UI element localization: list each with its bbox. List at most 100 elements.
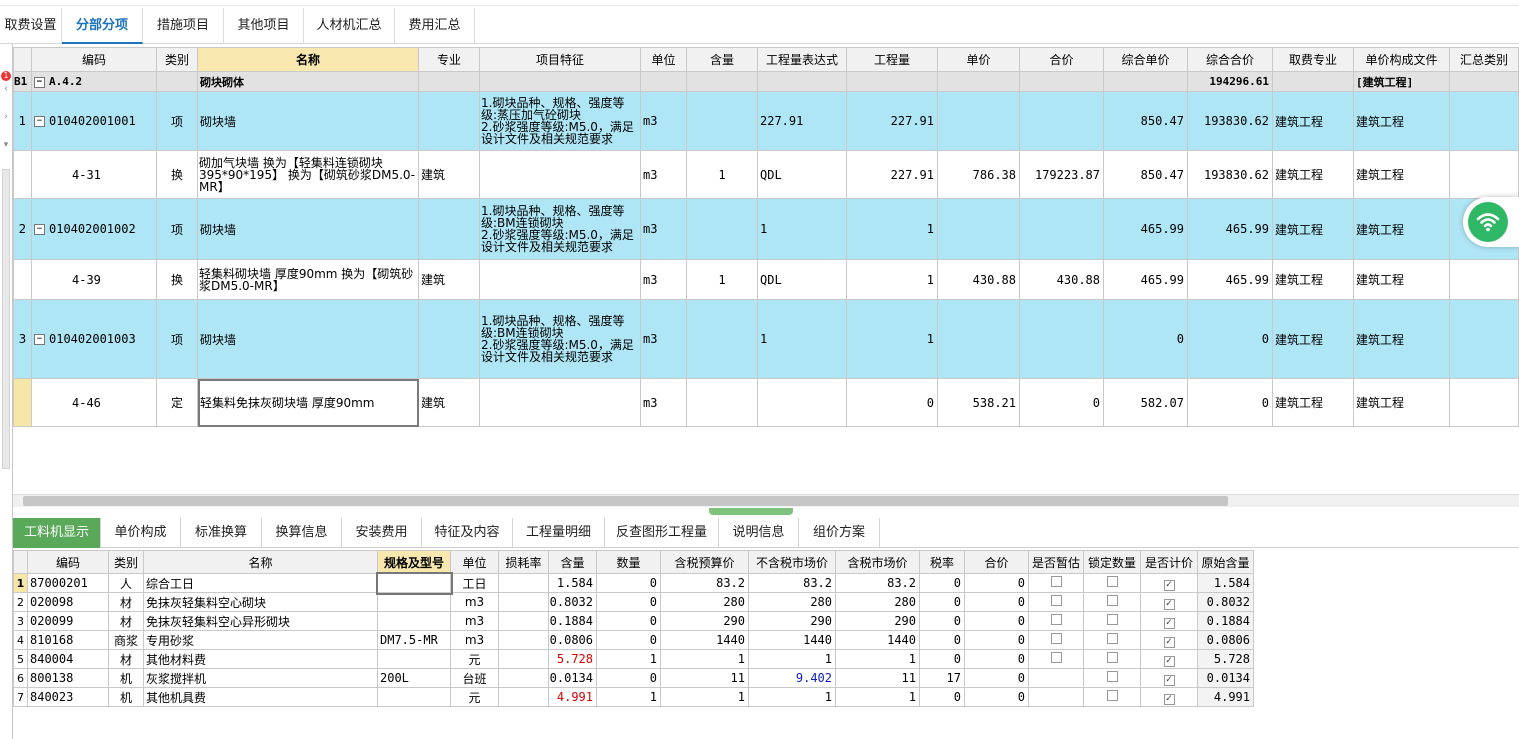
sub-notax-market-price[interactable]: 290 (748, 611, 836, 631)
row-fee-major[interactable]: 建筑工程 (1272, 378, 1354, 427)
header-unit-amount[interactable]: 综合合价 (1187, 47, 1273, 72)
sub-type[interactable]: 人 (108, 573, 144, 593)
sub-tax-rate[interactable]: 0 (919, 630, 965, 650)
sub-content[interactable]: 0.0134 (548, 668, 597, 688)
sub-qty[interactable]: 0 (596, 668, 661, 688)
vertical-scrollbar[interactable] (2, 169, 10, 469)
sub-unit[interactable]: 元 (450, 649, 499, 669)
sub-table-row[interactable]: 7 840023 机其他机具费元 4.991 1 1 1 1 0 0 ✓ 4.991 (13, 687, 1254, 707)
sub-unit[interactable]: 元 (450, 687, 499, 707)
sub-spec[interactable]: DM7.5-MR (377, 630, 451, 650)
checkbox-icon[interactable] (1106, 671, 1118, 682)
sub-tax-budget-price[interactable]: 11 (660, 668, 749, 688)
sub-unit[interactable]: m3 (450, 592, 499, 612)
row-qty[interactable]: 1 (846, 198, 938, 260)
row-expr[interactable]: QDL (757, 150, 847, 199)
sub-tax-market-price[interactable]: 11 (835, 668, 920, 688)
sub-header-estimate[interactable]: 是否暂估 (1028, 550, 1084, 574)
checkbox-icon[interactable] (1106, 576, 1118, 587)
row-expr[interactable] (757, 378, 847, 427)
row-fee-major[interactable]: 建筑工程 (1272, 91, 1354, 151)
sub-content[interactable]: 1.584 (548, 573, 597, 593)
sub-tax-market-price[interactable]: 1440 (835, 630, 920, 650)
sub-price-cell[interactable]: ✓ (1140, 649, 1198, 669)
sub-amount[interactable]: 0 (964, 649, 1029, 669)
row-content[interactable]: 1 (686, 259, 758, 300)
tab-other-items[interactable]: 其他项目 (224, 8, 304, 44)
checkbox-icon[interactable]: ✓ (1163, 674, 1175, 686)
sub-code[interactable]: 840023 (27, 687, 109, 707)
sub-est-cell[interactable] (1028, 592, 1084, 612)
row-feature[interactable] (479, 378, 641, 427)
sub-name[interactable]: 其他机具费 (143, 687, 378, 707)
sub-table-row[interactable]: 4 810168 商浆 专用砂浆 DM7.5-MR m3 0.0806 0 1440 1440 14… (13, 630, 1254, 650)
row-major[interactable]: 建筑 (418, 150, 480, 199)
sub-table-row[interactable]: 3 020099 材免抹灰轻集料空心异形砌块 m3 0.1884 0 290 290 290 0 0… (13, 611, 1254, 631)
tab-fee-summary[interactable]: 费用汇总 (395, 8, 475, 44)
sub-lock-cell[interactable] (1083, 687, 1141, 707)
sub-type[interactable]: 商浆 (108, 630, 144, 650)
sub-table-row[interactable]: 2 020098 材免抹灰轻集料空心砌块 m3 0.8032 0 280 280 280 0 0 ✓ 0… (13, 592, 1254, 612)
sub-tax-budget-price[interactable]: 1 (660, 649, 749, 669)
sub-est-cell[interactable] (1028, 649, 1084, 669)
tab-sub-items[interactable]: 分部分项 (62, 8, 143, 44)
sub-tax-market-price[interactable]: 1 (835, 649, 920, 669)
row-content[interactable]: 1 (686, 150, 758, 199)
sub-header-qty[interactable]: 数量 (596, 550, 661, 574)
sub-est-cell[interactable] (1028, 687, 1084, 707)
tab-conversion-info[interactable]: 换算信息 (262, 518, 342, 548)
row-expr[interactable]: QDL (757, 259, 847, 300)
row-code-cell[interactable]: −010402001002 (31, 198, 157, 260)
tab-features-content[interactable]: 特征及内容 (422, 518, 513, 548)
sub-tax-budget-price[interactable]: 290 (660, 611, 749, 631)
row-feature[interactable] (479, 150, 641, 199)
checkbox-icon[interactable] (1050, 633, 1062, 644)
table-row[interactable]: 3 −010402001003 项 砌块墙 1.砌块品种、规格、强度等级:BM连… (13, 299, 1519, 379)
row-name[interactable]: 轻集料免抹灰砌块墙 厚度90mm (197, 378, 419, 427)
sub-content[interactable]: 0.8032 (548, 592, 597, 612)
row-name[interactable]: 砌块墙 (197, 299, 419, 379)
row-price[interactable]: 430.88 (937, 259, 1020, 300)
sub-notax-market-price[interactable]: 1 (748, 649, 836, 669)
sub-header-tax-market-price[interactable]: 含税市场价 (835, 550, 920, 574)
tab-labor-material-display[interactable]: 工料机显示 (13, 518, 101, 548)
sub-spec[interactable] (377, 687, 451, 707)
sub-type[interactable]: 材 (108, 592, 144, 612)
sub-header-tax-rate[interactable]: 税率 (919, 550, 965, 574)
row-type[interactable]: 换 (156, 150, 198, 199)
row-unit[interactable]: m3 (640, 378, 687, 427)
splitter-handle[interactable] (709, 508, 793, 515)
tab-description[interactable]: 说明信息 (719, 518, 799, 548)
row-fee-major[interactable]: 建筑工程 (1272, 299, 1354, 379)
row-price[interactable]: 538.21 (937, 378, 1020, 427)
sub-amount[interactable]: 0 (964, 630, 1029, 650)
sub-name[interactable]: 专用砂浆 (143, 630, 378, 650)
row-code[interactable]: 4-39 (31, 259, 157, 300)
sub-header-amount[interactable]: 合价 (964, 550, 1029, 574)
sub-est-cell[interactable] (1028, 573, 1084, 593)
sub-header-code[interactable]: 编码 (27, 550, 109, 574)
minus-expand-icon[interactable]: − (34, 334, 45, 345)
checkbox-icon[interactable] (1106, 614, 1118, 625)
checkbox-icon[interactable]: ✓ (1163, 693, 1175, 705)
sub-qty[interactable]: 0 (596, 592, 661, 612)
header-unit[interactable]: 单位 (640, 47, 687, 72)
horizontal-scrollbar[interactable] (13, 494, 1519, 507)
row-fee-major[interactable]: 建筑工程 (1272, 198, 1354, 260)
row-type[interactable]: 项 (156, 198, 198, 260)
sub-spec[interactable] (377, 649, 451, 669)
row-major[interactable] (418, 91, 480, 151)
sub-tax-market-price[interactable]: 1 (835, 687, 920, 707)
sub-table-row[interactable]: 5 840004 材其他材料费元 5.728 1 1 1 1 0 0 ✓ 5.728 (13, 649, 1254, 669)
sub-lock-cell[interactable] (1083, 592, 1141, 612)
checkbox-icon[interactable] (1106, 652, 1118, 663)
sub-header-content[interactable]: 含量 (548, 550, 597, 574)
sub-unit[interactable]: m3 (450, 630, 499, 650)
sub-code[interactable]: 800138 (27, 668, 109, 688)
checkbox-icon[interactable] (1050, 595, 1062, 606)
sub-header-orig-content[interactable]: 原始含量 (1197, 550, 1254, 574)
row-unit[interactable]: m3 (640, 150, 687, 199)
sub-qty[interactable]: 0 (596, 630, 661, 650)
sub-tax-market-price[interactable]: 280 (835, 592, 920, 612)
sub-amount[interactable]: 0 (964, 611, 1029, 631)
